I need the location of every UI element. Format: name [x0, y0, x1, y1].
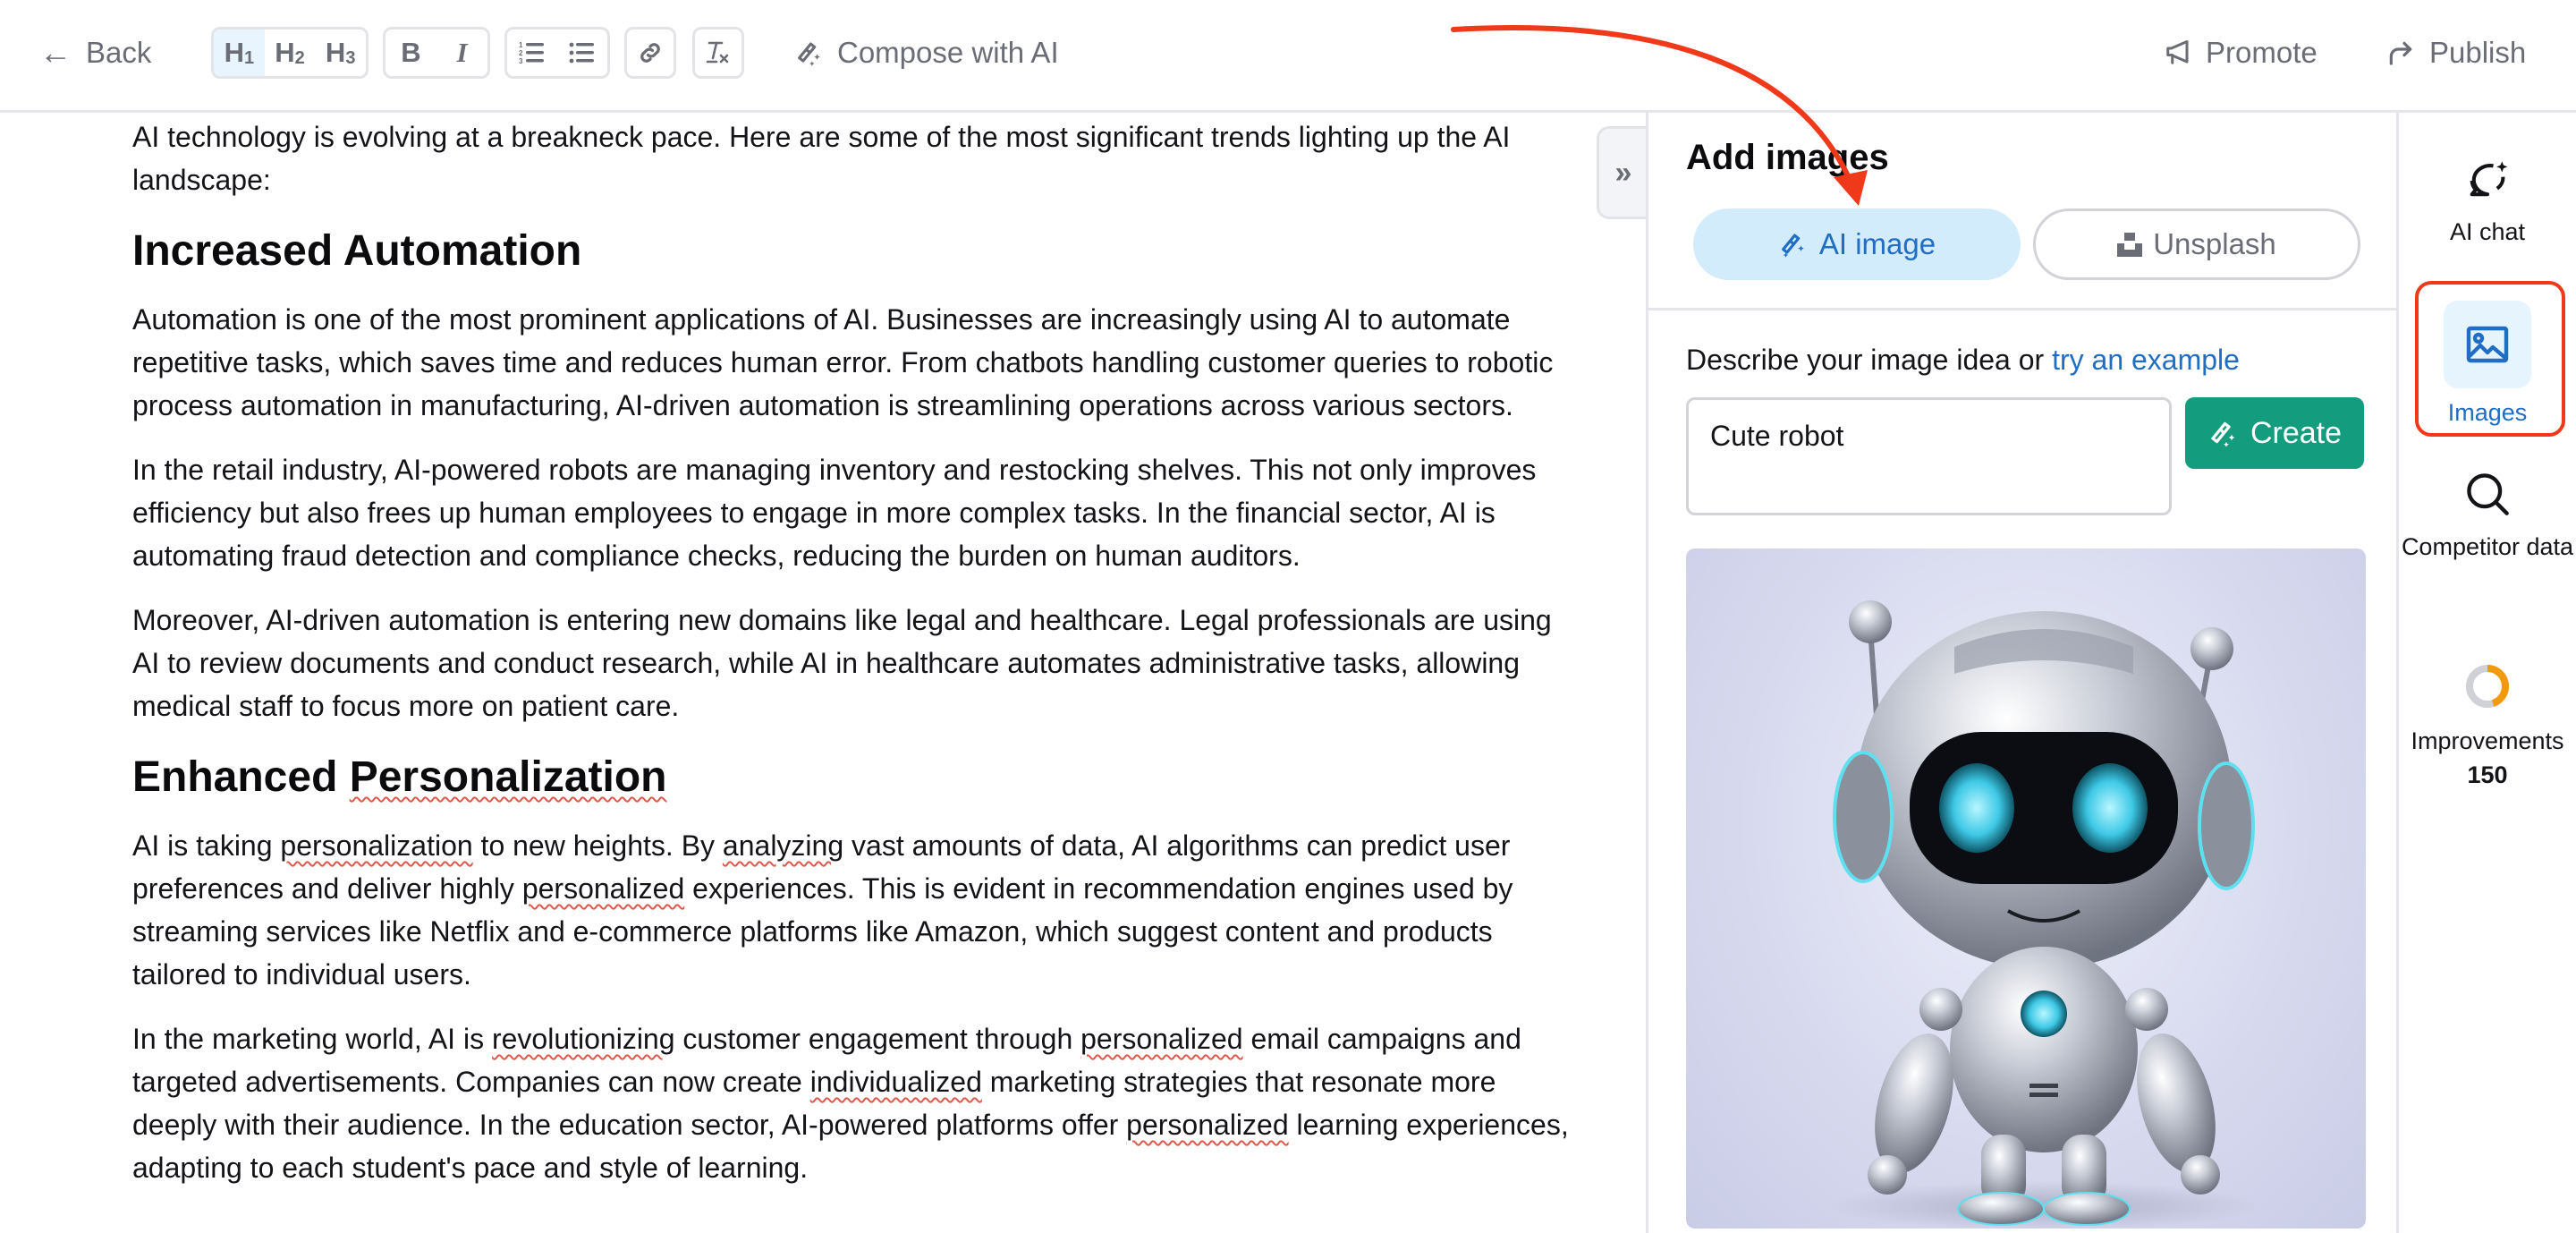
- article-editor[interactable]: AI technology is evolving at a breakneck…: [0, 115, 1646, 1233]
- heading-1-button[interactable]: H1: [214, 30, 265, 76]
- list-button-group: 1 2 3: [504, 27, 610, 79]
- heading-3-button[interactable]: H3: [315, 30, 366, 76]
- competitor-data-label: Competitor data: [2401, 533, 2574, 560]
- misspelled-word[interactable]: personalized: [1126, 1109, 1288, 1141]
- svg-text:3: 3: [519, 57, 523, 65]
- misspelled-word[interactable]: individualized: [810, 1066, 982, 1098]
- magic-wand-icon: [1781, 234, 1804, 258]
- ai-chat-label: AI chat: [2449, 218, 2526, 245]
- publish-button[interactable]: Publish: [2386, 27, 2526, 79]
- bullet-list-button[interactable]: [557, 30, 607, 76]
- progress-ring-icon: [2466, 665, 2509, 708]
- chat-sparkle-icon: [2470, 161, 2508, 197]
- svg-text:1: 1: [519, 41, 523, 49]
- heading-3-level: 3: [345, 47, 356, 68]
- improvements-label: Improvements: [2411, 727, 2564, 754]
- panel-divider: [1648, 308, 2402, 310]
- collapse-panel-button[interactable]: »: [1597, 126, 1648, 219]
- bold-icon: B: [401, 37, 421, 68]
- back-button[interactable]: ← Back: [39, 27, 151, 79]
- misspelled-word[interactable]: personalization: [280, 829, 472, 862]
- improvements-count: 150: [2467, 761, 2508, 788]
- sidebar-item-ai-chat[interactable]: AI chat: [2399, 157, 2576, 249]
- clear-format-button-group: [692, 27, 744, 79]
- unsplash-icon: [2117, 233, 2143, 257]
- tab-unsplash[interactable]: Unsplash: [2033, 208, 2360, 280]
- back-label: Back: [86, 36, 152, 69]
- right-sidebar: AI chat Images Competitor data Improveme…: [2399, 113, 2576, 1233]
- tab-unsplash-label: Unsplash: [2153, 227, 2276, 260]
- bold-button[interactable]: B: [386, 30, 436, 76]
- panel-title: Add images: [1686, 138, 1889, 177]
- link-button[interactable]: [627, 30, 674, 76]
- publish-label: Publish: [2429, 36, 2527, 69]
- compose-label: Compose with AI: [837, 36, 1059, 69]
- megaphone-icon: [2166, 40, 2189, 64]
- compose-with-ai-button[interactable]: Compose with AI: [794, 27, 1059, 79]
- paragraph: Moreover, AI-driven automation is enteri…: [132, 604, 1552, 722]
- ordered-list-icon: 1 2 3: [519, 41, 544, 65]
- share-arrow-icon: [2389, 41, 2412, 65]
- double-chevron-right-icon: »: [1614, 155, 1632, 190]
- robot-illustration: [1829, 600, 2258, 1229]
- editor-toolbar: ← Back H1 H2 H3 B I 1 2 3 Compose with A…: [0, 0, 2576, 113]
- editor-content[interactable]: AI technology is evolving at a breakneck…: [132, 115, 1572, 1211]
- misspelled-word[interactable]: analyzing: [723, 829, 843, 862]
- intro-paragraph: AI technology is evolving at a breakneck…: [132, 121, 1511, 196]
- clear-format-icon: [706, 41, 729, 64]
- tab-ai-image-label: AI image: [1818, 227, 1936, 260]
- clear-format-button[interactable]: [695, 30, 741, 76]
- heading-1-label: H: [224, 37, 244, 68]
- heading-2-button[interactable]: H2: [265, 30, 316, 76]
- misspelled-word[interactable]: Personalization: [350, 753, 667, 801]
- describe-prompt-label: Describe your image idea or try an examp…: [1686, 344, 2240, 377]
- sidebar-item-improvements[interactable]: Improvements 150: [2399, 663, 2576, 792]
- create-label: Create: [2250, 415, 2343, 450]
- heading-2-label: H: [275, 37, 295, 68]
- heading-3-label: H: [325, 37, 346, 68]
- heading-2-level: 2: [294, 47, 305, 68]
- section-heading: Increased Automation: [132, 227, 582, 275]
- promote-label: Promote: [2206, 36, 2318, 69]
- heading-1-level: 1: [243, 47, 255, 68]
- magic-wand-icon: [2211, 421, 2235, 447]
- misspelled-word[interactable]: personalized: [522, 872, 684, 905]
- image-prompt-input[interactable]: Cute robot: [1686, 397, 2172, 515]
- tab-ai-image[interactable]: AI image: [1693, 208, 2021, 280]
- add-images-panel: Add images AI image Unsplash Describe yo…: [1646, 113, 2402, 1233]
- section-heading: Enhanced Personalization: [132, 753, 667, 801]
- try-example-link[interactable]: try an example: [2052, 344, 2240, 376]
- misspelled-word[interactable]: personalized: [1080, 1023, 1242, 1055]
- magic-wand-icon: [798, 42, 820, 66]
- generated-image[interactable]: [1686, 548, 2366, 1229]
- sidebar-item-competitor-data[interactable]: Competitor data: [2399, 471, 2576, 564]
- paragraph: Automation is one of the most prominent …: [132, 303, 1554, 421]
- describe-text: Describe your image idea or: [1686, 344, 2053, 376]
- images-label: Images: [2447, 399, 2528, 426]
- ordered-list-button[interactable]: 1 2 3: [507, 30, 557, 76]
- format-button-group: B I: [383, 27, 490, 79]
- italic-icon: I: [456, 37, 468, 68]
- create-button[interactable]: Create: [2185, 397, 2364, 469]
- bullet-list-icon: [569, 42, 594, 64]
- paragraph: In the marketing world, AI is revolution…: [132, 1023, 1569, 1184]
- paragraph: In the retail industry, AI-powered robot…: [132, 454, 1537, 572]
- image-icon: [2466, 326, 2509, 363]
- arrow-left-icon: ←: [39, 34, 72, 71]
- images-icon-box: [2444, 301, 2531, 388]
- misspelled-word[interactable]: revolutionizing: [492, 1023, 675, 1055]
- italic-button[interactable]: I: [436, 30, 487, 76]
- promote-button[interactable]: Promote: [2165, 27, 2318, 79]
- sidebar-item-images[interactable]: Images: [2399, 301, 2576, 429]
- svg-text:2: 2: [519, 49, 523, 57]
- search-icon: [2467, 473, 2509, 515]
- link-icon: [640, 43, 660, 63]
- heading-button-group: H1 H2 H3: [211, 27, 369, 79]
- paragraph: AI is taking personalization to new heig…: [132, 829, 1513, 991]
- link-button-group: [624, 27, 676, 79]
